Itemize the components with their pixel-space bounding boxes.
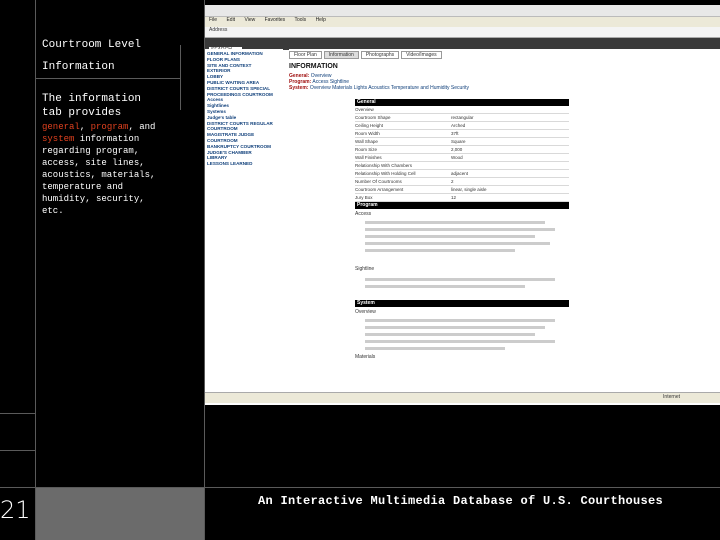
table-cell-key: Room Size — [355, 147, 378, 152]
general-table-rows: Overview Courtroom Shape rectangular Ceilin… — [355, 106, 569, 202]
overview-label: Overview — [355, 309, 376, 315]
desc-program: program — [90, 122, 129, 132]
system-line: System: Overview Materials Lights Acoust… — [289, 85, 720, 91]
menu-edit[interactable]: Edit — [226, 17, 235, 23]
menu-tools[interactable]: Tools — [294, 17, 306, 23]
general-table: General Overview Courtroom Shape rectangul… — [355, 99, 569, 360]
table-row: Relationship With Chambers — [355, 162, 569, 170]
browser-menubar: File Edit View Favorites Tools Help — [205, 17, 720, 27]
desc-line-3: regarding program, — [42, 146, 140, 156]
table-cell-value: 2,000 — [451, 147, 463, 152]
address-bar[interactable]: Address — [205, 27, 720, 38]
table-row: Number Of Courtrooms 2 — [355, 178, 569, 186]
program-header: Program — [355, 202, 569, 209]
system-bullets — [365, 319, 569, 350]
table-row: Wall Shape Square — [355, 138, 569, 146]
menu-view[interactable]: View — [244, 17, 255, 23]
site-nav: GENERAL INFORMATION FLOOR PLANS SITE AND C… — [205, 49, 283, 405]
desc-rest: information — [74, 134, 140, 144]
system-links[interactable]: Overview Materials Lights Acoustics Temp… — [310, 85, 469, 91]
address-label: Address — [209, 27, 228, 33]
desc-line-8: etc. — [42, 206, 64, 216]
table-cell-value: linear, single aisle — [451, 187, 487, 192]
browser-titlebar — [205, 5, 720, 17]
desc-system: system — [42, 134, 75, 144]
access-label: Access — [355, 211, 372, 217]
status-bar: Internet — [205, 392, 720, 403]
footer-left-panel — [36, 488, 204, 540]
table-row: Room Width 37ft — [355, 130, 569, 138]
page-number: 21 — [0, 496, 31, 524]
menu-file[interactable]: File — [209, 17, 217, 23]
table-cell-key: Number Of Courtrooms — [355, 179, 402, 184]
intro-text: The information tab provides — [42, 92, 141, 120]
section-heading: Courtroom Level Information — [42, 34, 141, 78]
table-cell-key: Wall Finishes — [355, 155, 382, 160]
table-cell-value: 37ft — [451, 131, 459, 136]
section-heading-line2: Information — [42, 61, 115, 73]
table-cell-value: 2 — [451, 179, 454, 184]
table-row: Wall Finishes Wood — [355, 154, 569, 162]
nav-item[interactable]: LESSONS LEARNED — [207, 161, 281, 167]
table-row: Overview — [355, 106, 569, 114]
tab-video[interactable]: Video/Images — [401, 51, 442, 59]
status-text: Internet — [663, 394, 680, 400]
nav-item[interactable]: BANKRUPTCY COURTROOM — [207, 144, 281, 150]
table-row: Ceiling Height Arched — [355, 122, 569, 130]
menu-help[interactable]: Help — [316, 17, 326, 23]
table-cell-key: Relationship With Holding Cell — [355, 171, 416, 176]
table-cell-value: Arched — [451, 123, 466, 128]
footer-tagline: An Interactive Multimedia Database of U.… — [258, 494, 664, 508]
info-title: INFORMATION — [289, 63, 338, 70]
table-cell-key: Ceiling Height — [355, 123, 384, 128]
desc-comma: , — [79, 122, 86, 132]
table-cell-key: Overview — [355, 107, 374, 112]
desc-and: , and — [128, 122, 156, 132]
content-area: Floor Plan Information Photographs Video… — [289, 49, 720, 405]
table-cell-key: Courtroom Shape — [355, 115, 391, 120]
nav-item[interactable]: DISTRICT COURTS SPECIAL — [207, 86, 281, 92]
tab-photographs[interactable]: Photographs — [360, 51, 400, 59]
access-bullets — [365, 221, 569, 252]
desc-line-2: system information — [42, 133, 182, 145]
tab-floor-plan[interactable]: Floor Plan — [289, 51, 322, 59]
desc-line-7: humidity, security, — [42, 194, 145, 204]
table-cell-value: rectangular — [451, 115, 474, 120]
section-heading-line1: Courtroom Level — [42, 39, 142, 51]
materials-label: Materials — [355, 354, 376, 360]
intro-line2: tab provides — [42, 107, 122, 119]
table-row: Jury Box 12 — [355, 194, 569, 202]
desc-line-6: temperature and — [42, 182, 124, 192]
general-table-header: General — [355, 99, 569, 106]
menu-favorites[interactable]: Favorites — [265, 17, 286, 23]
system-header: System — [355, 300, 569, 307]
table-cell-key: Room Width — [355, 131, 380, 136]
table-cell-key: Wall Shape — [355, 139, 378, 144]
nav-list: GENERAL INFORMATION FLOOR PLANS SITE AND C… — [205, 49, 283, 169]
desc-line-5: acoustics, materials, — [42, 170, 156, 180]
table-row: Courtroom Shape rectangular — [355, 114, 569, 122]
tab-row: Floor Plan Information Photographs Video… — [289, 49, 720, 61]
desc-line-4: access, site lines, — [42, 158, 145, 168]
table-row: Room Size 2,000 — [355, 146, 569, 154]
table-cell-key: Courtroom Arrangement — [355, 187, 404, 192]
desc-line-1: general, program, and — [42, 121, 182, 133]
description-text: general, program, and system information… — [42, 121, 182, 217]
browser-window: File Edit View Favorites Tools Help Addr… — [205, 5, 720, 405]
system-label: System: — [289, 85, 309, 91]
desc-general: general — [42, 122, 80, 132]
sightline-bullets — [365, 278, 569, 288]
tab-information[interactable]: Information — [323, 51, 359, 59]
intro-line1: The information — [42, 93, 142, 105]
table-cell-key: Jury Box — [355, 195, 373, 200]
table-cell-value: 12 — [451, 195, 457, 200]
table-row: Courtroom Arrangement linear, single aisl… — [355, 186, 569, 194]
table-cell-value: Wood — [451, 155, 463, 160]
table-cell-key: Relationship With Chambers — [355, 163, 413, 168]
sightline-label: Sightline — [355, 266, 375, 272]
table-cell-value: Square — [451, 139, 466, 144]
table-row: Relationship With Holding Cell adjacent — [355, 170, 569, 178]
table-cell-value: adjacent — [451, 171, 469, 176]
